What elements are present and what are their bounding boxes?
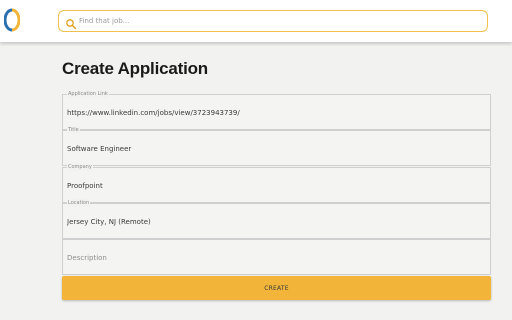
application-link-label: Application Link: [67, 90, 109, 98]
location-field[interactable]: Location: [62, 199, 491, 239]
location-input[interactable]: [67, 216, 487, 228]
search-bar[interactable]: [58, 10, 488, 32]
application-link-field[interactable]: Application Link: [62, 90, 491, 130]
description-field[interactable]: [62, 239, 491, 275]
company-input[interactable]: [67, 180, 487, 192]
search-icon: [65, 15, 77, 30]
location-label: Location: [67, 199, 91, 207]
title-label: Title: [67, 126, 80, 134]
app-logo-icon[interactable]: [3, 8, 21, 32]
company-label: Company: [67, 163, 93, 171]
top-bar: [0, 0, 512, 42]
title-input[interactable]: [67, 143, 487, 155]
description-input[interactable]: [67, 252, 487, 264]
company-field[interactable]: Company: [62, 163, 491, 203]
application-link-input[interactable]: [67, 107, 487, 119]
create-button[interactable]: CREATE: [62, 276, 491, 300]
search-input[interactable]: [79, 13, 479, 29]
page-title: Create Application: [62, 59, 208, 78]
title-field[interactable]: Title: [62, 126, 491, 166]
